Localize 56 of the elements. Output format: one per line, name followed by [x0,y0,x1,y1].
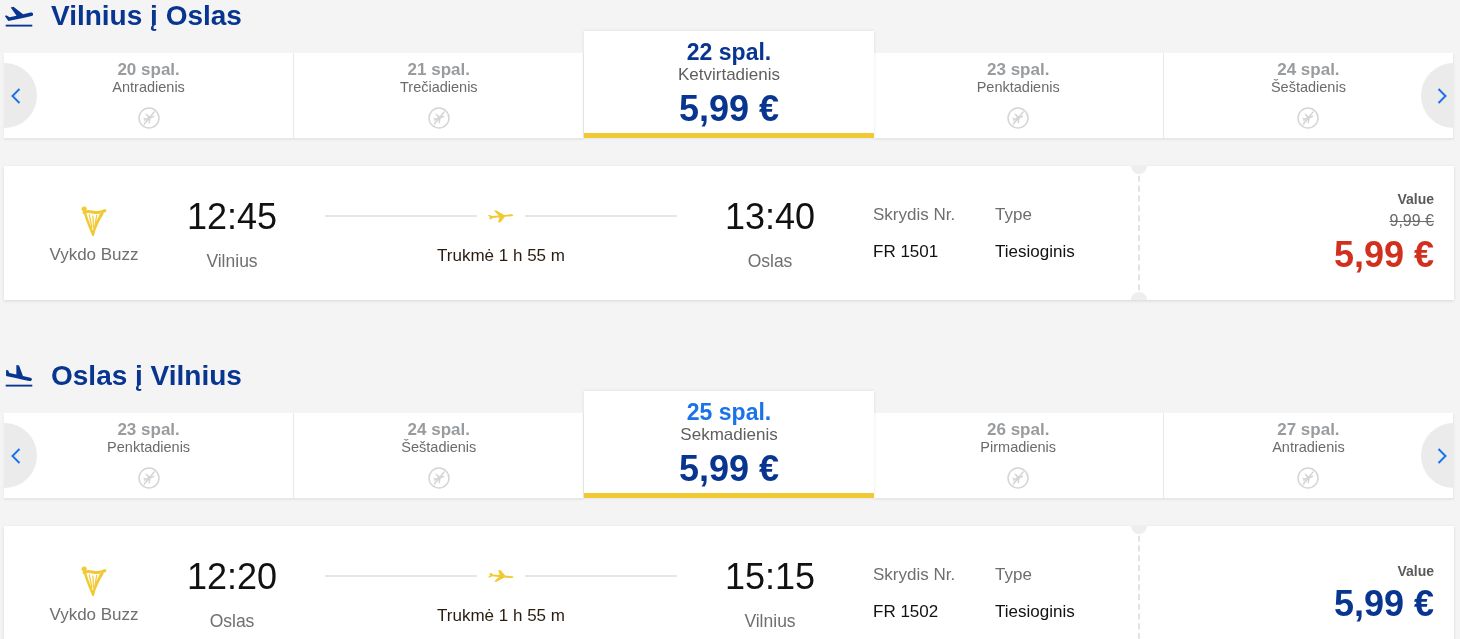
date-tab[interactable]: 24 spal. Šeštadienis [294,413,585,498]
flight-type-label: Type [995,204,1032,226]
fare-label: Value [1397,562,1434,580]
crossed-plane-icon [137,467,160,489]
chevron-right-icon [1437,87,1447,104]
chevron-left-icon [11,447,21,464]
leg-title: Oslas į Vilnius [51,360,242,391]
harp-icon [81,206,107,236]
old-price: 9,99 € [1389,210,1434,231]
flight-number-label: Skrydis Nr. [873,564,956,586]
crossed-plane-icon [1297,107,1320,129]
crossed-plane-icon [1007,467,1030,489]
arrival-time: 13:40 [724,196,816,238]
date-tab[interactable]: 22 spal. Ketvirtadienis 5,99 € [584,31,874,138]
chevron-right-icon [1437,447,1447,464]
leg-title: Vilnius į Oslas [51,0,242,31]
ticket-notch [1131,292,1147,300]
flight-number: FR 1502 [873,601,939,623]
flight-number-label: Skrydis Nr. [873,204,956,226]
date-tab[interactable]: 27 spal. Antradienis [1163,413,1454,498]
fare-price: 5,99 € [1333,584,1434,624]
date-tab[interactable]: 21 spal. Trečiadienis [294,53,585,138]
duration-label: Trukmė 1 h 55 m [437,245,565,267]
plane-icon [486,568,516,584]
arrival-city: Vilnius [744,610,796,632]
plane-icon [486,208,516,224]
date-tab[interactable]: 23 spal. Penktadienis [4,413,295,498]
fare-price: 5,99 € [1333,234,1434,275]
chevron-left-icon [11,87,21,104]
airline-label: Vykdo Buzz [49,244,139,266]
crossed-plane-icon [427,107,450,129]
plane-landing-icon [5,364,33,387]
plane-takeoff-icon [5,4,33,27]
flight-type: Tiesioginis [995,241,1075,263]
departure-time: 12:20 [186,556,278,598]
fare-label: Value [1397,189,1434,208]
crossed-plane-icon [1007,107,1030,129]
flight-type-label: Type [995,564,1032,586]
flight-type: Tiesioginis [995,601,1075,623]
airline-label: Vykdo Buzz [49,604,139,626]
flight-number: FR 1501 [873,241,939,263]
date-tab[interactable]: 24 spal. Šeštadienis [1163,53,1454,138]
crossed-plane-icon [1297,467,1320,489]
crossed-plane-icon [427,467,450,489]
date-tab[interactable]: 25 spal. Sekmadienis 5,99 € [584,391,874,498]
departure-city: Vilnius [206,250,258,272]
departure-time: 12:45 [186,196,278,238]
harp-icon [81,566,107,596]
date-tab[interactable]: 20 spal. Antradienis [4,53,295,138]
crossed-plane-icon [137,107,160,129]
date-tab[interactable]: 23 spal. Penktadienis [873,53,1164,138]
arrival-time: 15:15 [724,556,816,598]
duration-label: Trukmė 1 h 55 m [437,605,565,627]
date-tab[interactable]: 26 spal. Pirmadienis [873,413,1164,498]
arrival-city: Oslas [747,250,793,272]
departure-city: Oslas [209,610,255,632]
